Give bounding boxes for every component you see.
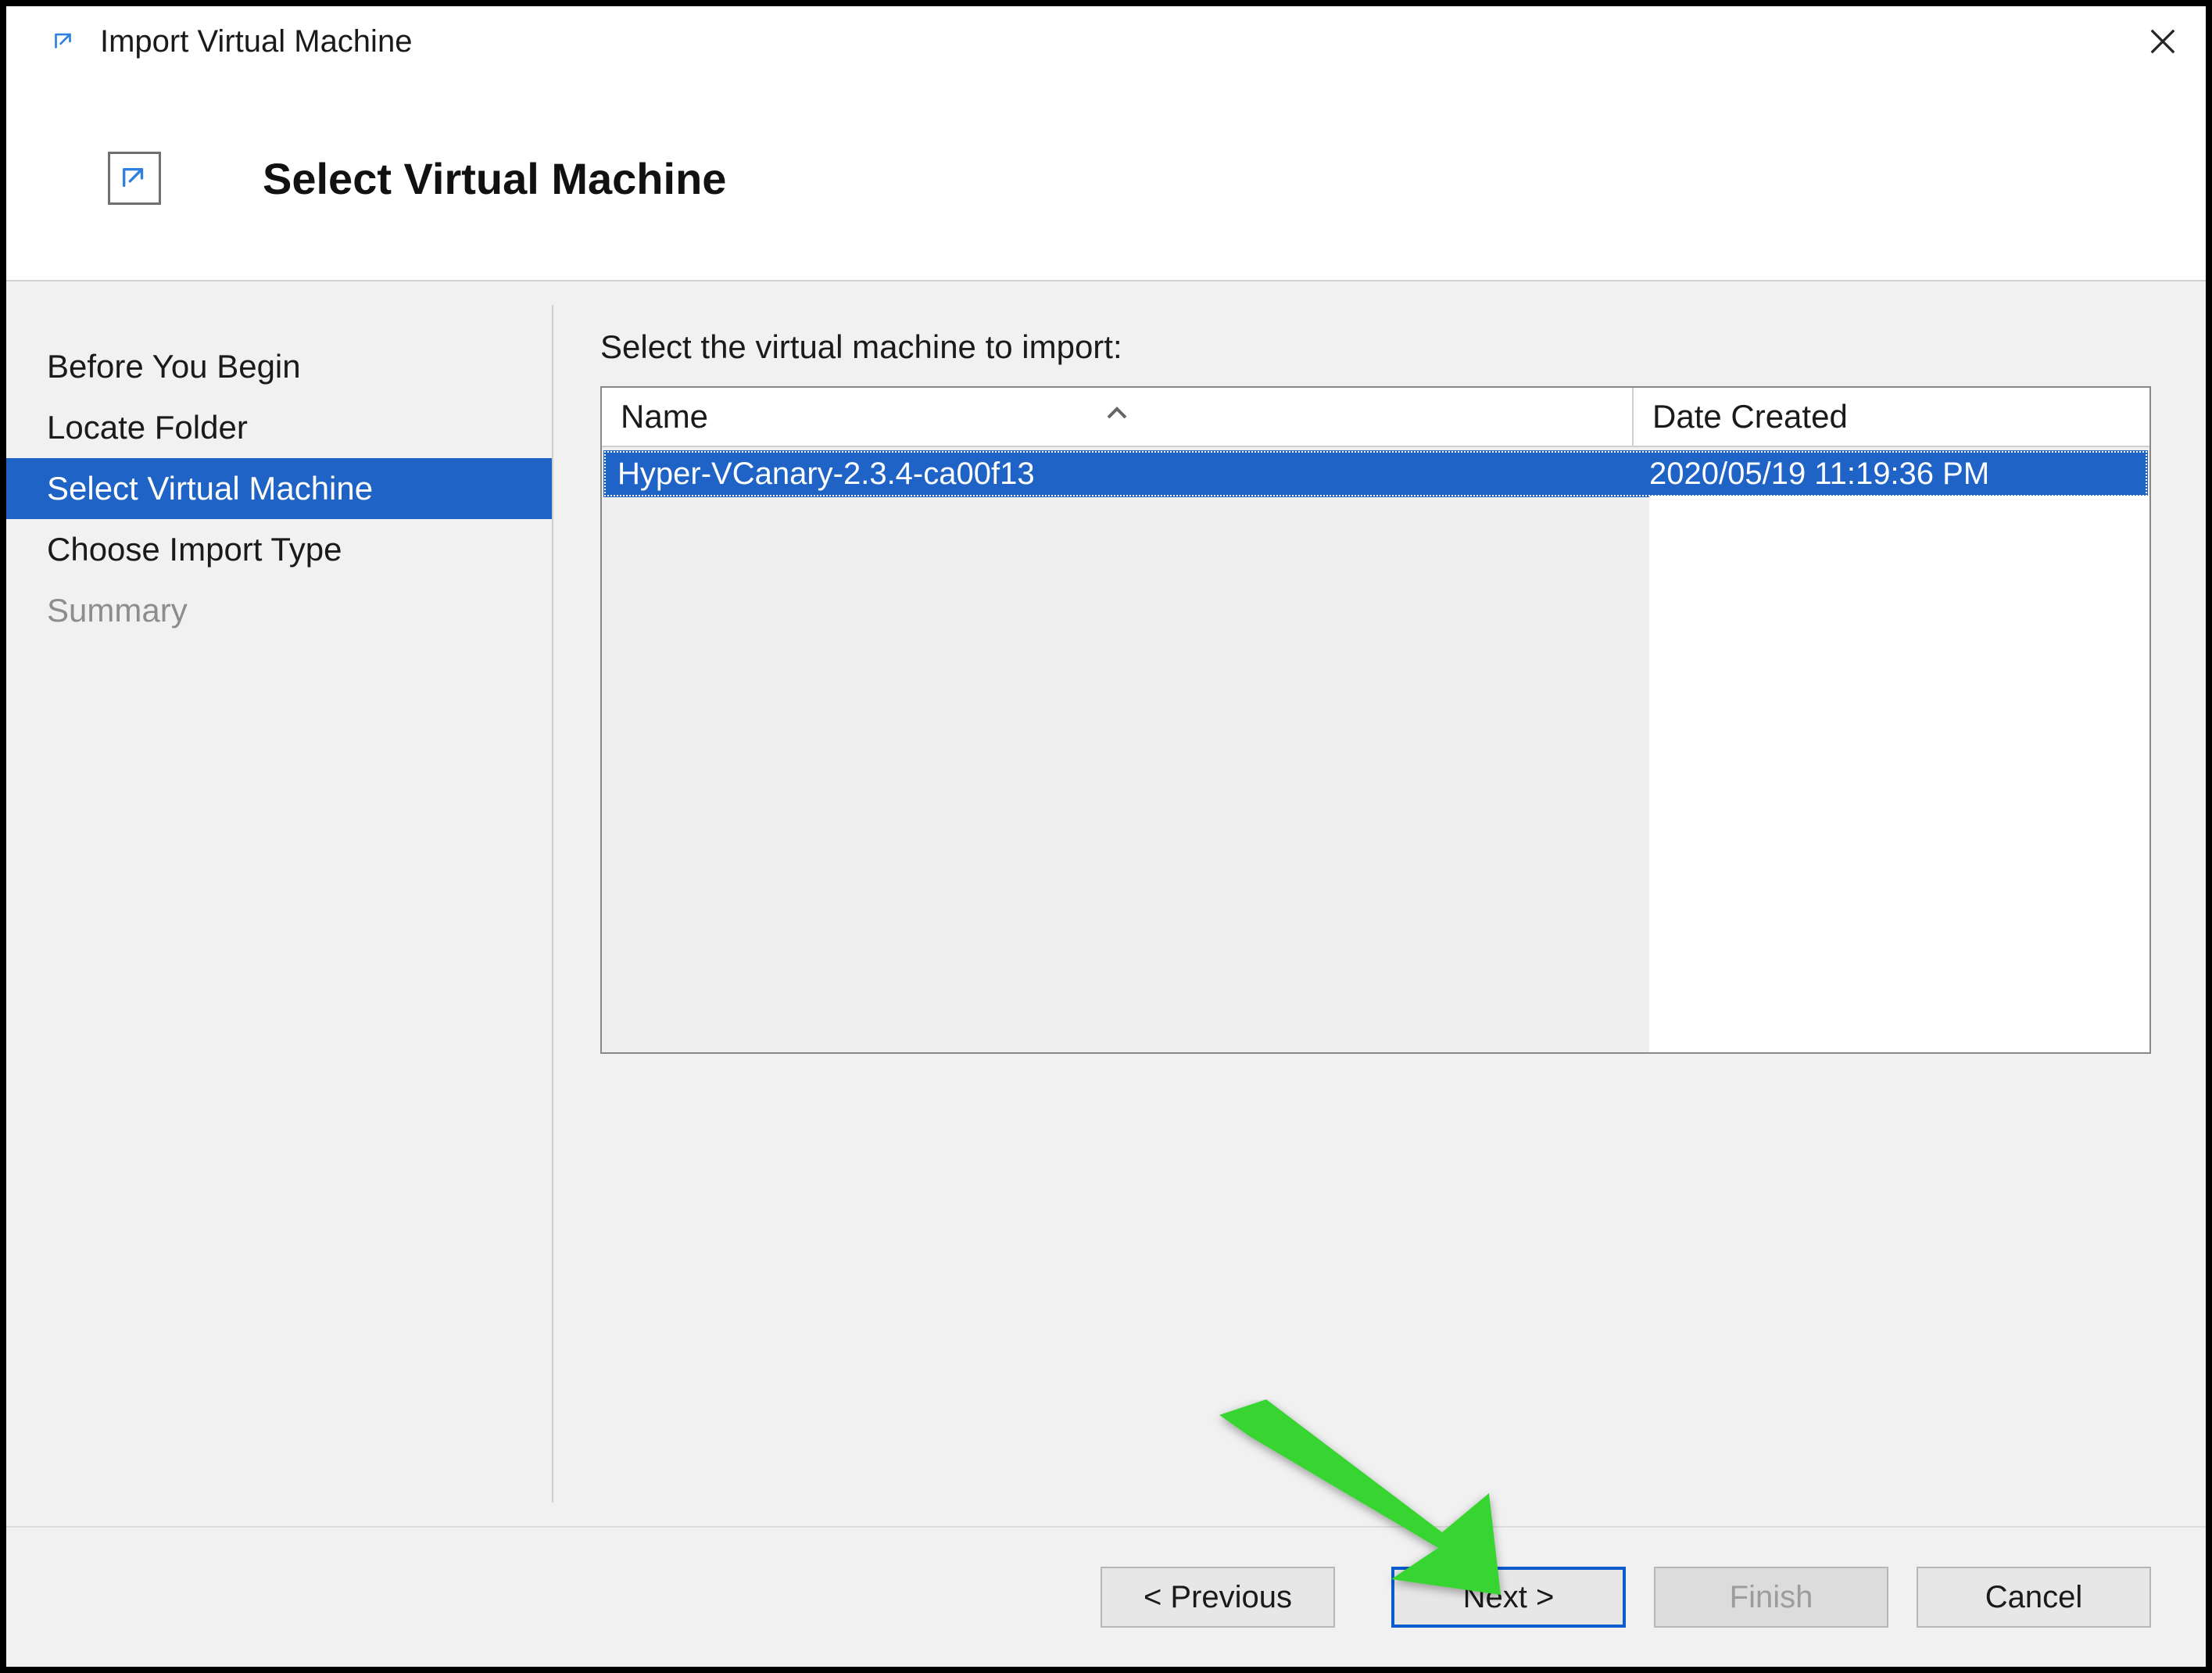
cancel-button[interactable]: Cancel (1917, 1567, 2151, 1628)
column-header-name[interactable]: Name (602, 388, 1634, 446)
wizard-body: Before You Begin Locate Folder Select Vi… (6, 281, 2206, 1526)
column-header-date-created-label: Date Created (1652, 398, 1848, 435)
vm-list-rows: Hyper-VCanary-2.3.4-ca00f13 2020/05/19 1… (602, 447, 2149, 1052)
step-choose-import-type[interactable]: Choose Import Type (6, 519, 552, 580)
close-icon (2148, 27, 2178, 56)
step-summary: Summary (6, 580, 552, 641)
step-before-you-begin[interactable]: Before You Begin (6, 336, 552, 397)
page-title: Select Virtual Machine (263, 153, 726, 204)
page-heading: Select Virtual Machine (6, 77, 2206, 280)
sort-ascending-icon (1105, 391, 1129, 428)
vm-list-header: Name Date Created (602, 388, 2149, 447)
import-icon (108, 152, 161, 205)
previous-button[interactable]: < Previous (1101, 1567, 1335, 1628)
import-icon (47, 24, 81, 59)
window-title: Import Virtual Machine (100, 24, 412, 59)
finish-button: Finish (1654, 1567, 1888, 1628)
vm-row-date-created: 2020/05/19 11:19:36 PM (1635, 457, 2148, 492)
title-bar: Import Virtual Machine (6, 6, 2206, 77)
step-select-virtual-machine[interactable]: Select Virtual Machine (6, 458, 552, 519)
close-button[interactable] (2142, 20, 2184, 63)
wizard-content: Select the virtual machine to import: Na… (553, 281, 2206, 1526)
instruction-text: Select the virtual machine to import: (600, 328, 2151, 366)
vm-row-name: Hyper-VCanary-2.3.4-ca00f13 (603, 457, 1635, 492)
step-locate-folder[interactable]: Locate Folder (6, 397, 552, 458)
vm-list-row[interactable]: Hyper-VCanary-2.3.4-ca00f13 2020/05/19 1… (603, 450, 2148, 497)
next-button[interactable]: Next > (1391, 1567, 1626, 1628)
wizard-sidebar: Before You Begin Locate Folder Select Vi… (6, 305, 553, 1503)
vm-list[interactable]: Name Date Created Hyper-VCanary-2.3.4-ca… (600, 386, 2151, 1054)
wizard-footer: < Previous Next > Finish Cancel (6, 1526, 2206, 1667)
column-header-name-label: Name (621, 398, 708, 435)
wizard-window: Import Virtual Machine Select Virtual Ma… (0, 0, 2212, 1673)
column-header-date-created[interactable]: Date Created (1634, 388, 2149, 446)
